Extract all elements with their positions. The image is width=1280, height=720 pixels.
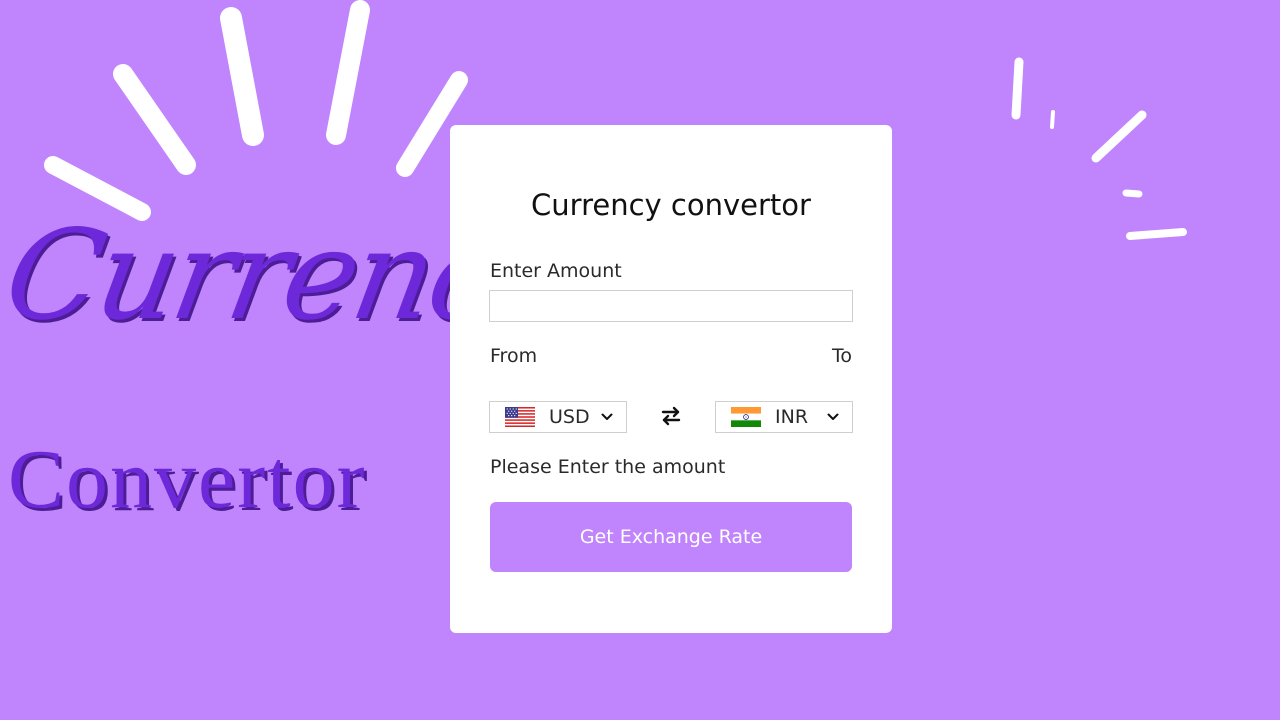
india-flag-icon [731,407,761,427]
to-currency-code: INR [775,406,809,428]
swap-arrows-icon[interactable] [659,404,683,428]
converter-card: Currency convertor Enter Amount From To [450,125,892,633]
to-label: To [831,345,852,367]
from-label: From [490,345,538,367]
status-message: Please Enter the amount [490,456,726,478]
to-currency-select[interactable]: INR [715,401,853,433]
card-title: Currency convertor [531,188,811,222]
from-currency-code: USD [549,406,590,428]
chevron-down-icon [827,413,839,420]
get-exchange-rate-button[interactable]: Get Exchange Rate [490,502,852,572]
amount-input[interactable] [489,290,853,322]
from-currency-select[interactable]: USD [489,401,627,433]
us-flag-icon [505,407,535,427]
hero-title-convertor: Convertor [8,433,367,526]
chevron-down-icon [601,413,613,420]
amount-label: Enter Amount [490,260,622,282]
